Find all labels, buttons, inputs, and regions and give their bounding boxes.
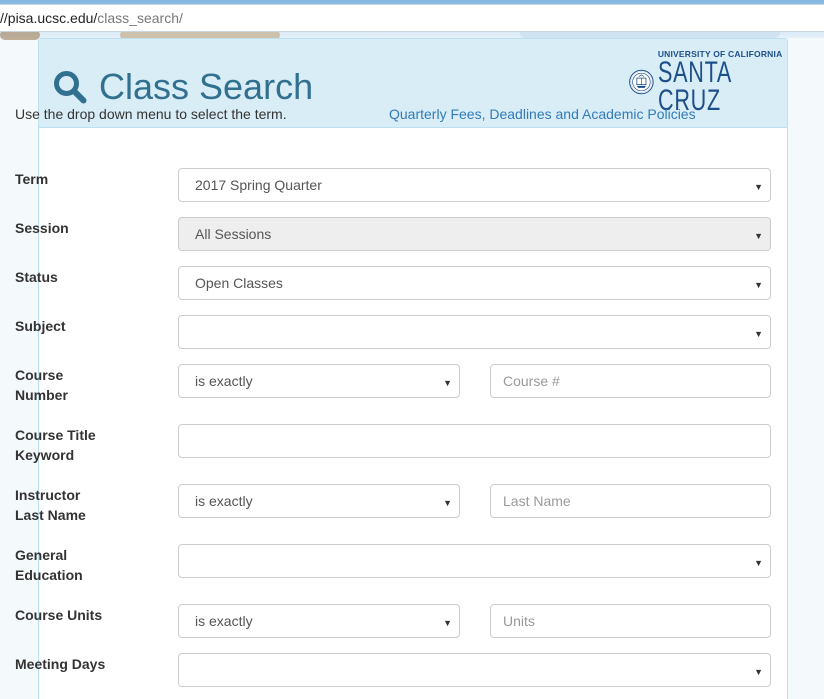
subject-select[interactable]: ▼ — [178, 315, 771, 349]
instructor-label: Instructor Last Name — [15, 485, 86, 525]
ucsc-seal-icon — [629, 69, 654, 95]
chevron-down-icon: ▼ — [754, 667, 763, 677]
subject-label: Subject — [15, 318, 66, 334]
units-label: Course Units — [15, 607, 103, 623]
chevron-down-icon: ▼ — [754, 280, 763, 290]
gen-ed-select[interactable]: ▼ — [178, 544, 771, 578]
chevron-down-icon: ▼ — [443, 498, 452, 508]
session-select: All Sessions ▼ — [178, 217, 771, 251]
chevron-down-icon: ▼ — [754, 329, 763, 339]
course-title-input[interactable] — [178, 424, 771, 458]
instructor-operator-select[interactable]: is exactly ▼ — [178, 484, 460, 518]
term-label: Term — [15, 171, 49, 187]
url-path: class_search/ — [97, 10, 183, 26]
course-number-operator-value: is exactly — [195, 373, 253, 389]
chevron-down-icon: ▼ — [443, 618, 452, 628]
session-label: Session — [15, 220, 69, 236]
chevron-down-icon: ▼ — [754, 231, 763, 241]
page-title: Class Search — [99, 66, 314, 107]
address-bar[interactable]: //pisa.ucsc.edu/class_search/ — [0, 4, 824, 32]
course-title-label-line1: Course Title — [15, 427, 96, 443]
title-group: Class Search — [53, 67, 313, 107]
instructor-label-line1: Instructor — [15, 487, 81, 503]
instructor-label-line2: Last Name — [15, 507, 86, 523]
intro-row: Use the drop down menu to select the ter… — [15, 106, 735, 122]
course-number-label-line2: Number — [15, 387, 68, 403]
meeting-days-label: Meeting Days — [15, 656, 106, 672]
term-select[interactable]: 2017 Spring Quarter ▼ — [178, 168, 771, 202]
gen-ed-label-line2: Education — [15, 567, 83, 583]
status-label: Status — [15, 269, 58, 285]
units-input[interactable]: Units — [490, 604, 771, 638]
search-icon — [54, 71, 87, 104]
instructor-operator-value: is exactly — [195, 493, 253, 509]
course-number-input[interactable]: Course # — [490, 364, 771, 398]
chevron-down-icon: ▼ — [754, 182, 763, 192]
course-number-label: Course Number — [15, 365, 68, 405]
term-value: 2017 Spring Quarter — [195, 177, 322, 193]
instructor-placeholder: Last Name — [503, 493, 571, 509]
session-value: All Sessions — [195, 226, 272, 242]
course-title-label-line2: Keyword — [15, 447, 75, 463]
units-operator-value: is exactly — [195, 613, 253, 629]
instructor-last-name-input[interactable]: Last Name — [490, 484, 771, 518]
course-number-label-line1: Course — [15, 367, 64, 383]
gen-ed-label-line1: General — [15, 547, 68, 563]
url-host: //pisa.ucsc.edu/ — [0, 10, 98, 26]
course-title-label: Course Title Keyword — [15, 425, 96, 465]
gen-ed-label: General Education — [15, 545, 83, 585]
chevron-down-icon: ▼ — [754, 558, 763, 568]
course-number-placeholder: Course # — [503, 373, 560, 389]
fees-deadlines-link[interactable]: Quarterly Fees, Deadlines and Academic P… — [389, 106, 696, 122]
status-select[interactable]: Open Classes ▼ — [178, 266, 771, 300]
status-value: Open Classes — [195, 275, 283, 291]
units-operator-select[interactable]: is exactly ▼ — [178, 604, 460, 638]
meeting-days-select[interactable]: ▼ — [178, 653, 771, 687]
units-placeholder: Units — [503, 613, 535, 629]
instruction-text: Use the drop down menu to select the ter… — [15, 106, 287, 122]
chevron-down-icon: ▼ — [443, 378, 452, 388]
course-number-operator-select[interactable]: is exactly ▼ — [178, 364, 460, 398]
